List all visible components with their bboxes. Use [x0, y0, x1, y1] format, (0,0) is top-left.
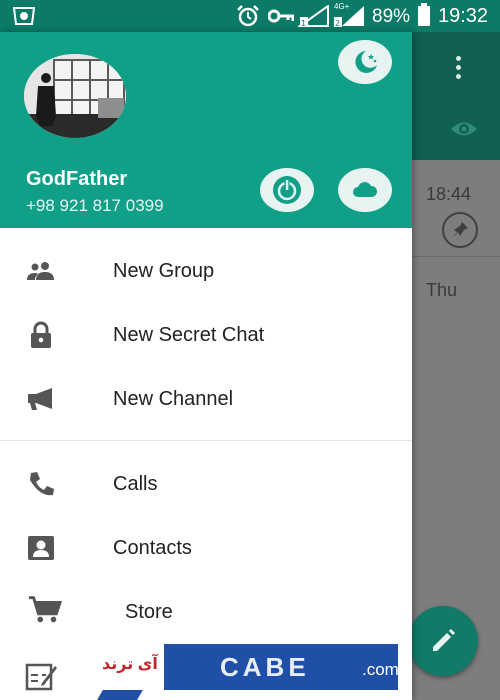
- contacts-icon: [24, 533, 58, 563]
- vpn-key-icon: [268, 9, 294, 23]
- eye-icon[interactable]: [450, 120, 478, 138]
- watermark-domain: .com: [362, 660, 399, 679]
- cloud-icon: [353, 182, 378, 197]
- pencil-icon: [433, 629, 455, 651]
- chat-row-divider: [412, 256, 500, 257]
- watermark-persian-text: آی ترند: [102, 656, 158, 673]
- menu-item-label: Calls: [113, 473, 158, 495]
- sim2-network-label: 4G+: [334, 2, 350, 11]
- overflow-menu-icon[interactable]: [456, 56, 462, 80]
- power-button[interactable]: [260, 168, 314, 212]
- pin-icon: [442, 212, 478, 248]
- drawer-header: GodFather +98 921 817 0399: [0, 32, 412, 228]
- status-bar: 1 2 4G+ 89% 19:32: [0, 0, 500, 32]
- app-icon: [12, 7, 36, 25]
- lock-icon: [24, 320, 58, 350]
- menu-item-new-channel[interactable]: New Channel: [0, 368, 412, 430]
- menu-item-label: Store: [125, 601, 173, 623]
- alarm-icon: [237, 5, 259, 27]
- cloud-button[interactable]: [338, 168, 392, 212]
- watermark-slash: [97, 690, 143, 700]
- chat-row-time: 18:44: [426, 184, 472, 204]
- background-chat-list: 18:44 Thu: [412, 32, 500, 700]
- menu-item-store[interactable]: Store: [0, 581, 412, 643]
- phone-icon: [24, 469, 58, 499]
- power-icon: [273, 176, 301, 204]
- cart-icon: [28, 595, 62, 625]
- svg-text:1: 1: [301, 19, 306, 27]
- chat-row-time: Thu: [426, 280, 458, 300]
- edit-document-icon: [24, 661, 58, 691]
- group-icon: [24, 256, 58, 286]
- menu-item-calls[interactable]: Calls: [0, 453, 412, 515]
- user-phone: +98 921 817 0399: [26, 196, 164, 215]
- menu-item-contacts[interactable]: Contacts: [0, 517, 412, 579]
- status-clock: 19:32: [438, 5, 489, 27]
- night-mode-button[interactable]: [338, 40, 392, 84]
- night-mode-icon: [355, 51, 377, 73]
- menu-item-new-group[interactable]: New Group: [0, 240, 412, 302]
- battery-icon: [418, 3, 430, 26]
- battery-percent: 89%: [372, 6, 411, 27]
- svg-text:2: 2: [335, 19, 340, 27]
- navigation-drawer: GodFather +98 921 817 0399 New Group New…: [0, 32, 412, 700]
- watermark-logo: آی ترند CABE .com: [97, 644, 400, 700]
- megaphone-icon: [24, 384, 58, 414]
- menu-item-label: Contacts: [113, 537, 192, 559]
- sim1-signal-icon: 1: [298, 5, 329, 27]
- menu-item-label: New Secret Chat: [113, 324, 265, 346]
- avatar[interactable]: [24, 54, 126, 138]
- watermark-letters: CABE: [220, 652, 310, 682]
- background-toolbar: [412, 32, 500, 160]
- menu-item-new-secret-chat[interactable]: New Secret Chat: [0, 304, 412, 366]
- compose-fab-button[interactable]: [408, 606, 478, 676]
- menu-item-label: New Group: [113, 260, 215, 282]
- user-name: GodFather: [26, 168, 128, 190]
- menu-divider: [0, 440, 412, 441]
- menu-item-label: New Channel: [113, 388, 234, 410]
